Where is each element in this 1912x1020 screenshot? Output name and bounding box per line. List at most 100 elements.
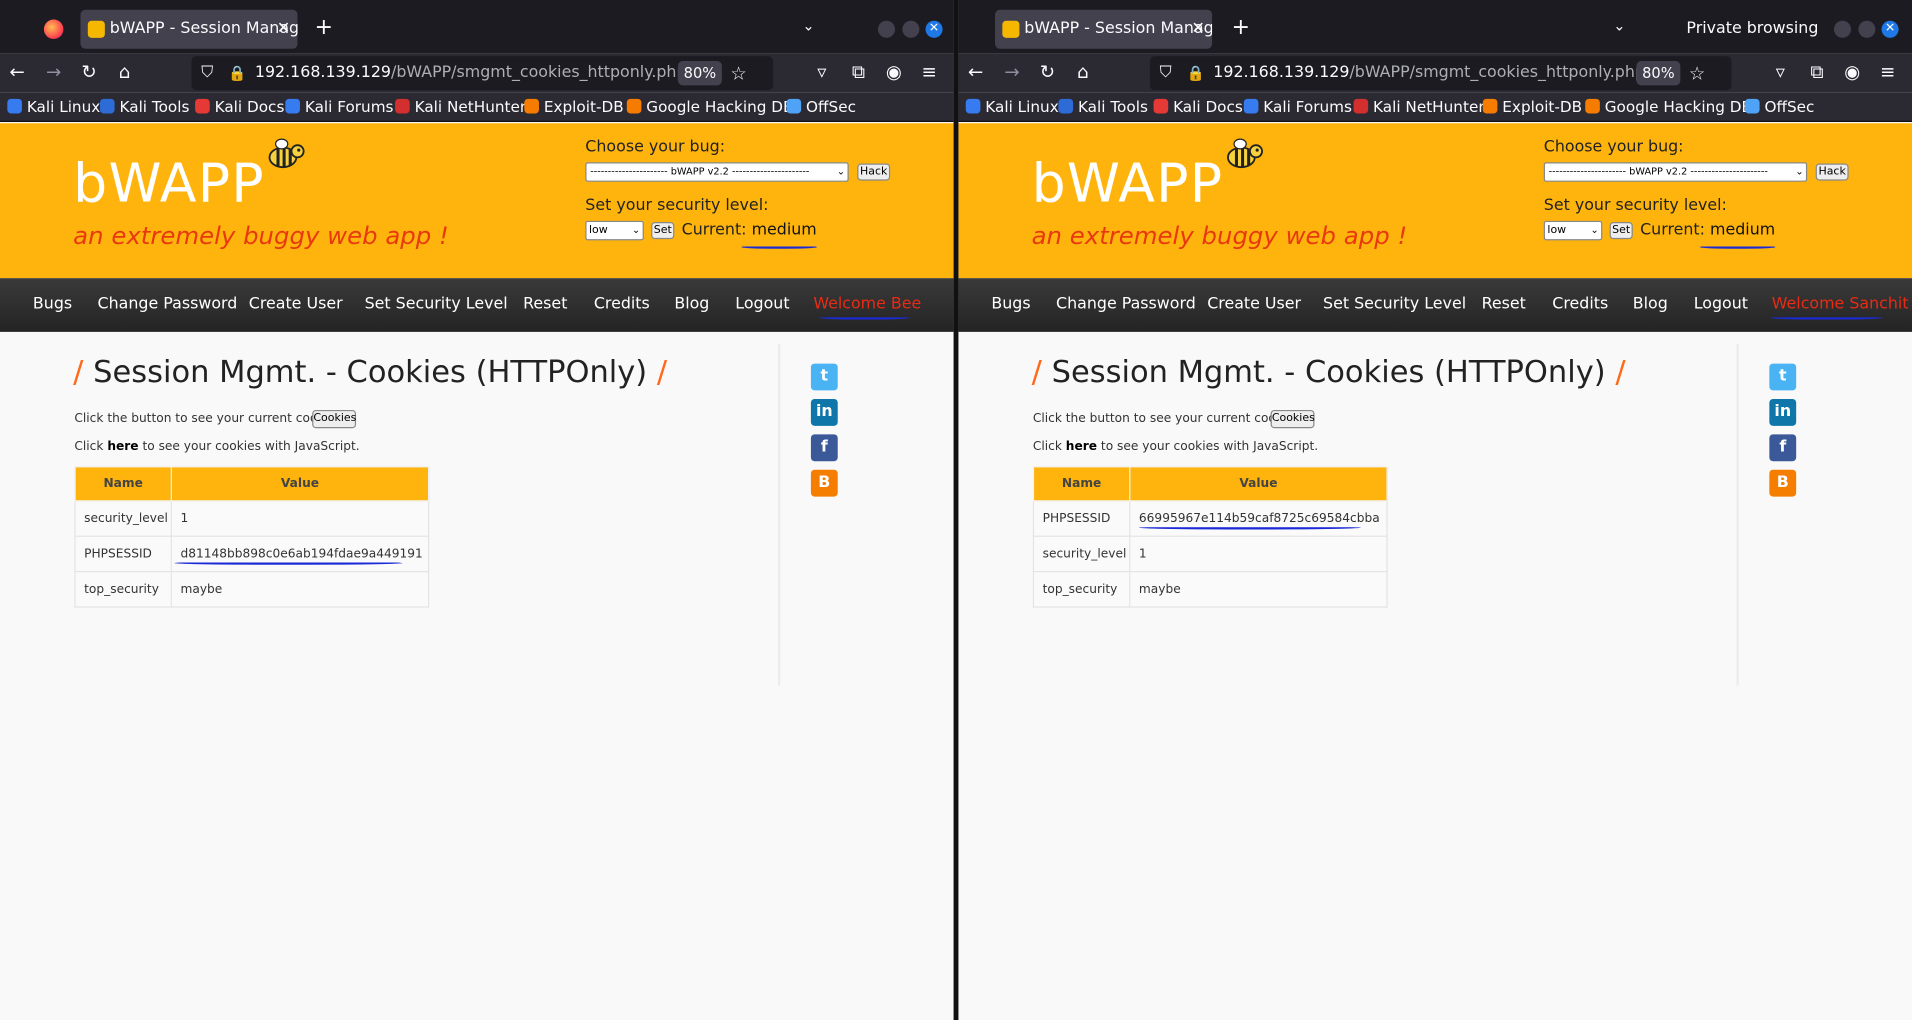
set-button[interactable]: Set xyxy=(651,222,675,240)
extensions-icon[interactable]: ⧉ xyxy=(846,61,870,83)
home-icon[interactable]: ⌂ xyxy=(112,61,136,83)
star-icon[interactable]: ☆ xyxy=(730,56,746,90)
hack-button[interactable]: Hack xyxy=(1815,163,1849,181)
address-bar[interactable]: ⛉ 🔒 192.168.139.129/bWAPP/smgmt_cookies_… xyxy=(191,56,774,91)
current-security-level: Current: medium xyxy=(681,220,817,240)
reload-icon[interactable]: ↻ xyxy=(1035,61,1059,83)
here-link[interactable]: here xyxy=(1066,440,1097,453)
bookmark-kali-forums[interactable]: Kali Forums xyxy=(285,98,394,116)
bookmark-kali-nethunter[interactable]: Kali NetHunter xyxy=(395,98,526,116)
menu-item-change-password[interactable]: Change Password xyxy=(1056,295,1196,313)
menu-item-bugs[interactable]: Bugs xyxy=(991,295,1030,313)
bookmark-kali-forums[interactable]: Kali Forums xyxy=(1243,98,1352,116)
menu-item-blog[interactable]: Blog xyxy=(674,295,709,313)
new-tab-icon[interactable]: + xyxy=(1232,15,1250,41)
menu-item-logout[interactable]: Logout xyxy=(1694,295,1748,313)
linkedin-icon[interactable]: in xyxy=(810,398,838,426)
zoom-level[interactable]: 80% xyxy=(677,61,722,86)
browser-tab[interactable]: bWAPP - Session Manage ✕ xyxy=(995,9,1213,49)
tab-list-chevron-icon[interactable]: ⌄ xyxy=(1613,17,1625,34)
new-tab-icon[interactable]: + xyxy=(315,15,333,41)
url-text[interactable]: 192.168.139.129/bWAPP/smgmt_cookies_http… xyxy=(1213,56,1645,90)
bookmark-google-hacking-db[interactable]: Google Hacking DB xyxy=(1585,98,1752,116)
zoom-level[interactable]: 80% xyxy=(1636,61,1681,86)
menu-item-set-security-level[interactable]: Set Security Level xyxy=(1323,295,1466,313)
blogger-icon[interactable]: B xyxy=(1769,469,1797,497)
welcome-user-link[interactable]: Welcome Sanchit xyxy=(1772,295,1909,313)
facebook-icon[interactable]: f xyxy=(1769,434,1797,462)
maximize-icon[interactable] xyxy=(902,20,920,38)
menu-icon[interactable]: ≡ xyxy=(917,61,941,83)
shield-icon[interactable]: ⛉ xyxy=(1160,56,1172,90)
tab-list-chevron-icon[interactable]: ⌄ xyxy=(802,17,814,34)
reload-icon[interactable]: ↻ xyxy=(77,61,101,83)
url-text[interactable]: 192.168.139.129/bWAPP/smgmt_cookies_http… xyxy=(255,56,687,90)
home-icon[interactable]: ⌂ xyxy=(1071,61,1095,83)
tab-close-icon[interactable]: ✕ xyxy=(1191,10,1204,49)
bookmark-offsec[interactable]: OffSec xyxy=(786,98,856,116)
bookmark-kali-linux[interactable]: Kali Linux xyxy=(965,98,1059,116)
set-button[interactable]: Set xyxy=(1609,222,1633,240)
pocket-icon[interactable]: ▿ xyxy=(1768,61,1792,83)
bwapp-logo[interactable]: bWAPP xyxy=(1032,153,1224,215)
extensions-icon[interactable]: ⧉ xyxy=(1805,61,1829,83)
menu-item-create-user[interactable]: Create User xyxy=(249,295,343,313)
bookmark-google-hacking-db[interactable]: Google Hacking DB xyxy=(626,98,794,116)
browser-tab[interactable]: bWAPP - Session Manage ✕ xyxy=(80,9,298,49)
bookmark-kali-docs[interactable]: Kali Docs xyxy=(1153,98,1243,116)
cookies-button[interactable]: Cookies xyxy=(312,409,356,429)
lock-icon[interactable]: 🔒 xyxy=(228,56,246,90)
bookmark-offsec[interactable]: OffSec xyxy=(1744,98,1814,116)
menu-item-reset[interactable]: Reset xyxy=(523,295,567,313)
menu-item-logout[interactable]: Logout xyxy=(735,295,789,313)
bookmark-kali-linux[interactable]: Kali Linux xyxy=(7,98,100,116)
lock-icon[interactable]: 🔒 xyxy=(1186,56,1204,90)
facebook-icon[interactable]: f xyxy=(810,434,838,462)
shield-icon[interactable]: ⛉ xyxy=(201,56,213,90)
menu-item-blog[interactable]: Blog xyxy=(1633,295,1668,313)
firefox-icon[interactable] xyxy=(43,19,64,40)
twitter-icon[interactable]: t xyxy=(810,363,838,391)
security-level-select[interactable]: low ⌄ xyxy=(1543,220,1603,241)
bug-select[interactable]: ---------------------- bWAPP v2.2 ------… xyxy=(585,162,849,182)
address-bar[interactable]: ⛉ 🔒 192.168.139.129/bWAPP/smgmt_cookies_… xyxy=(1149,56,1732,91)
bookmark-kali-docs[interactable]: Kali Docs xyxy=(195,98,284,116)
minimize-icon[interactable] xyxy=(877,20,896,38)
menu-icon[interactable]: ≡ xyxy=(1875,61,1899,83)
tab-close-icon[interactable]: ✕ xyxy=(277,10,290,49)
hack-button[interactable]: Hack xyxy=(857,163,891,181)
pocket-icon[interactable]: ▿ xyxy=(810,61,834,83)
minimize-icon[interactable] xyxy=(1833,20,1852,38)
forward-icon[interactable]: → xyxy=(41,61,65,83)
menu-item-credits[interactable]: Credits xyxy=(594,295,650,313)
bug-select[interactable]: ---------------------- bWAPP v2.2 ------… xyxy=(1543,162,1808,182)
bookmark-kali-nethunter[interactable]: Kali NetHunter xyxy=(1353,98,1485,116)
bookmark-exploit-db[interactable]: Exploit-DB xyxy=(524,98,624,116)
menu-item-reset[interactable]: Reset xyxy=(1482,295,1526,313)
security-level-select[interactable]: low ⌄ xyxy=(585,220,644,241)
menu-item-create-user[interactable]: Create User xyxy=(1207,295,1301,313)
back-icon[interactable]: ← xyxy=(5,61,29,83)
here-link[interactable]: here xyxy=(107,440,138,453)
menu-item-change-password[interactable]: Change Password xyxy=(98,295,238,313)
menu-item-set-security-level[interactable]: Set Security Level xyxy=(365,295,508,313)
blogger-icon[interactable]: B xyxy=(810,469,838,497)
welcome-user-link[interactable]: Welcome Bee xyxy=(813,295,921,313)
bookmark-exploit-db[interactable]: Exploit-DB xyxy=(1482,98,1582,116)
back-icon[interactable]: ← xyxy=(963,61,987,83)
bookmark-kali-tools[interactable]: Kali Tools xyxy=(99,98,189,116)
close-window-icon[interactable]: ✕ xyxy=(1881,20,1899,38)
menu-item-credits[interactable]: Credits xyxy=(1552,295,1608,313)
twitter-icon[interactable]: t xyxy=(1769,363,1797,391)
close-window-icon[interactable]: ✕ xyxy=(925,20,943,38)
menu-item-bugs[interactable]: Bugs xyxy=(33,295,72,313)
linkedin-icon[interactable]: in xyxy=(1769,398,1797,426)
forward-icon[interactable]: → xyxy=(1000,61,1024,83)
star-icon[interactable]: ☆ xyxy=(1689,56,1705,90)
cookies-button[interactable]: Cookies xyxy=(1270,409,1315,429)
maximize-icon[interactable] xyxy=(1858,20,1876,38)
account-icon[interactable]: ◉ xyxy=(882,61,906,83)
account-icon[interactable]: ◉ xyxy=(1840,61,1864,83)
bookmark-kali-tools[interactable]: Kali Tools xyxy=(1058,98,1148,116)
bwapp-logo[interactable]: bWAPP xyxy=(73,153,265,215)
